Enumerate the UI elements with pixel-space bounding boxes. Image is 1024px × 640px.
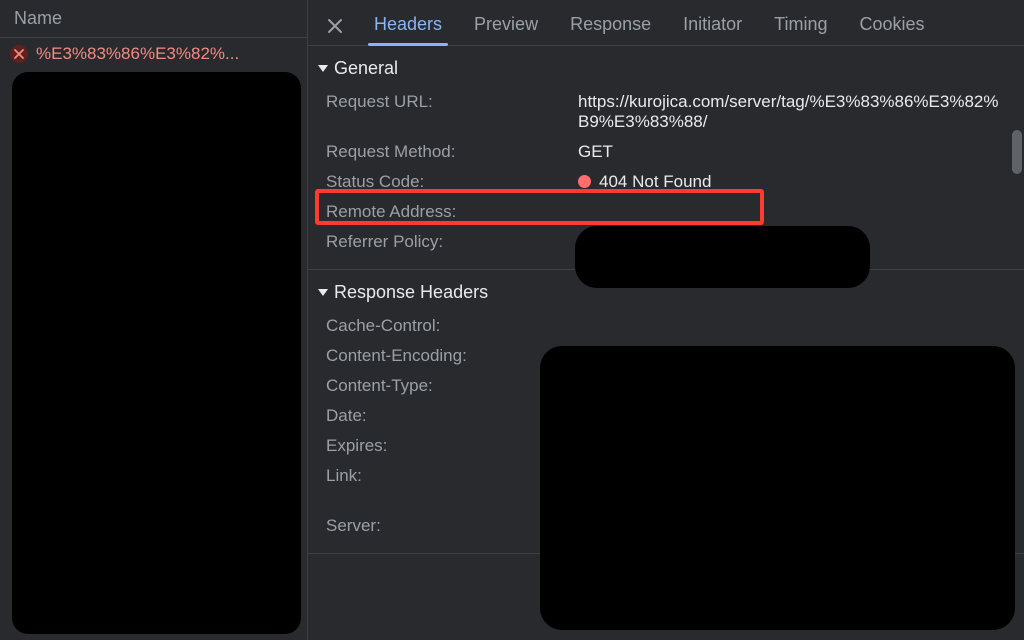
disclosure-triangle-icon <box>318 289 328 296</box>
label-cache-control: Cache-Control: <box>326 316 578 336</box>
redacted-block <box>540 346 1015 630</box>
scrollbar-thumb[interactable] <box>1012 130 1022 174</box>
tab-initiator[interactable]: Initiator <box>667 6 758 45</box>
label-request-method: Request Method: <box>326 142 578 162</box>
row-request-method: Request Method: GET <box>318 137 1014 167</box>
label-remote-address: Remote Address: <box>326 202 578 222</box>
headers-panel: Headers Preview Response Initiator Timin… <box>308 0 1024 640</box>
tab-preview[interactable]: Preview <box>458 6 554 45</box>
tab-response[interactable]: Response <box>554 6 667 45</box>
scrollbar[interactable] <box>1012 44 1022 634</box>
general-title: General <box>334 58 398 79</box>
row-request-url: Request URL: https://kurojica.com/server… <box>318 87 1014 137</box>
row-status-code: Status Code: 404 Not Found <box>318 167 1014 197</box>
row-remote-address: Remote Address: <box>318 197 1014 227</box>
detail-tabs: Headers Preview Response Initiator Timin… <box>308 0 1024 46</box>
name-column-header[interactable]: Name <box>0 0 307 38</box>
value-request-url[interactable]: https://kurojica.com/server/tag/%E3%83%8… <box>578 92 1014 132</box>
status-code-text: 404 Not Found <box>599 172 711 191</box>
label-request-url: Request URL: <box>326 92 578 112</box>
request-row[interactable]: %E3%83%86%E3%82%... <box>0 38 307 70</box>
value-request-method[interactable]: GET <box>578 142 1014 162</box>
redacted-block <box>12 72 301 634</box>
request-name: %E3%83%86%E3%82%... <box>36 44 239 64</box>
tab-headers[interactable]: Headers <box>358 6 458 45</box>
label-referrer-policy: Referrer Policy: <box>326 232 578 252</box>
row-cache-control: Cache-Control: <box>318 311 1014 341</box>
close-panel-button[interactable] <box>318 11 352 41</box>
error-icon <box>10 45 28 63</box>
label-status-code: Status Code: <box>326 172 578 192</box>
value-status-code[interactable]: 404 Not Found <box>578 172 1014 192</box>
response-headers-title: Response Headers <box>334 282 488 303</box>
status-dot-icon <box>578 175 591 188</box>
disclosure-triangle-icon <box>318 65 328 72</box>
network-name-panel: Name %E3%83%86%E3%82%... <box>0 0 308 640</box>
general-section-header[interactable]: General <box>318 54 1014 87</box>
redacted-block <box>575 226 870 288</box>
tab-cookies[interactable]: Cookies <box>844 6 941 45</box>
tab-timing[interactable]: Timing <box>758 6 843 45</box>
